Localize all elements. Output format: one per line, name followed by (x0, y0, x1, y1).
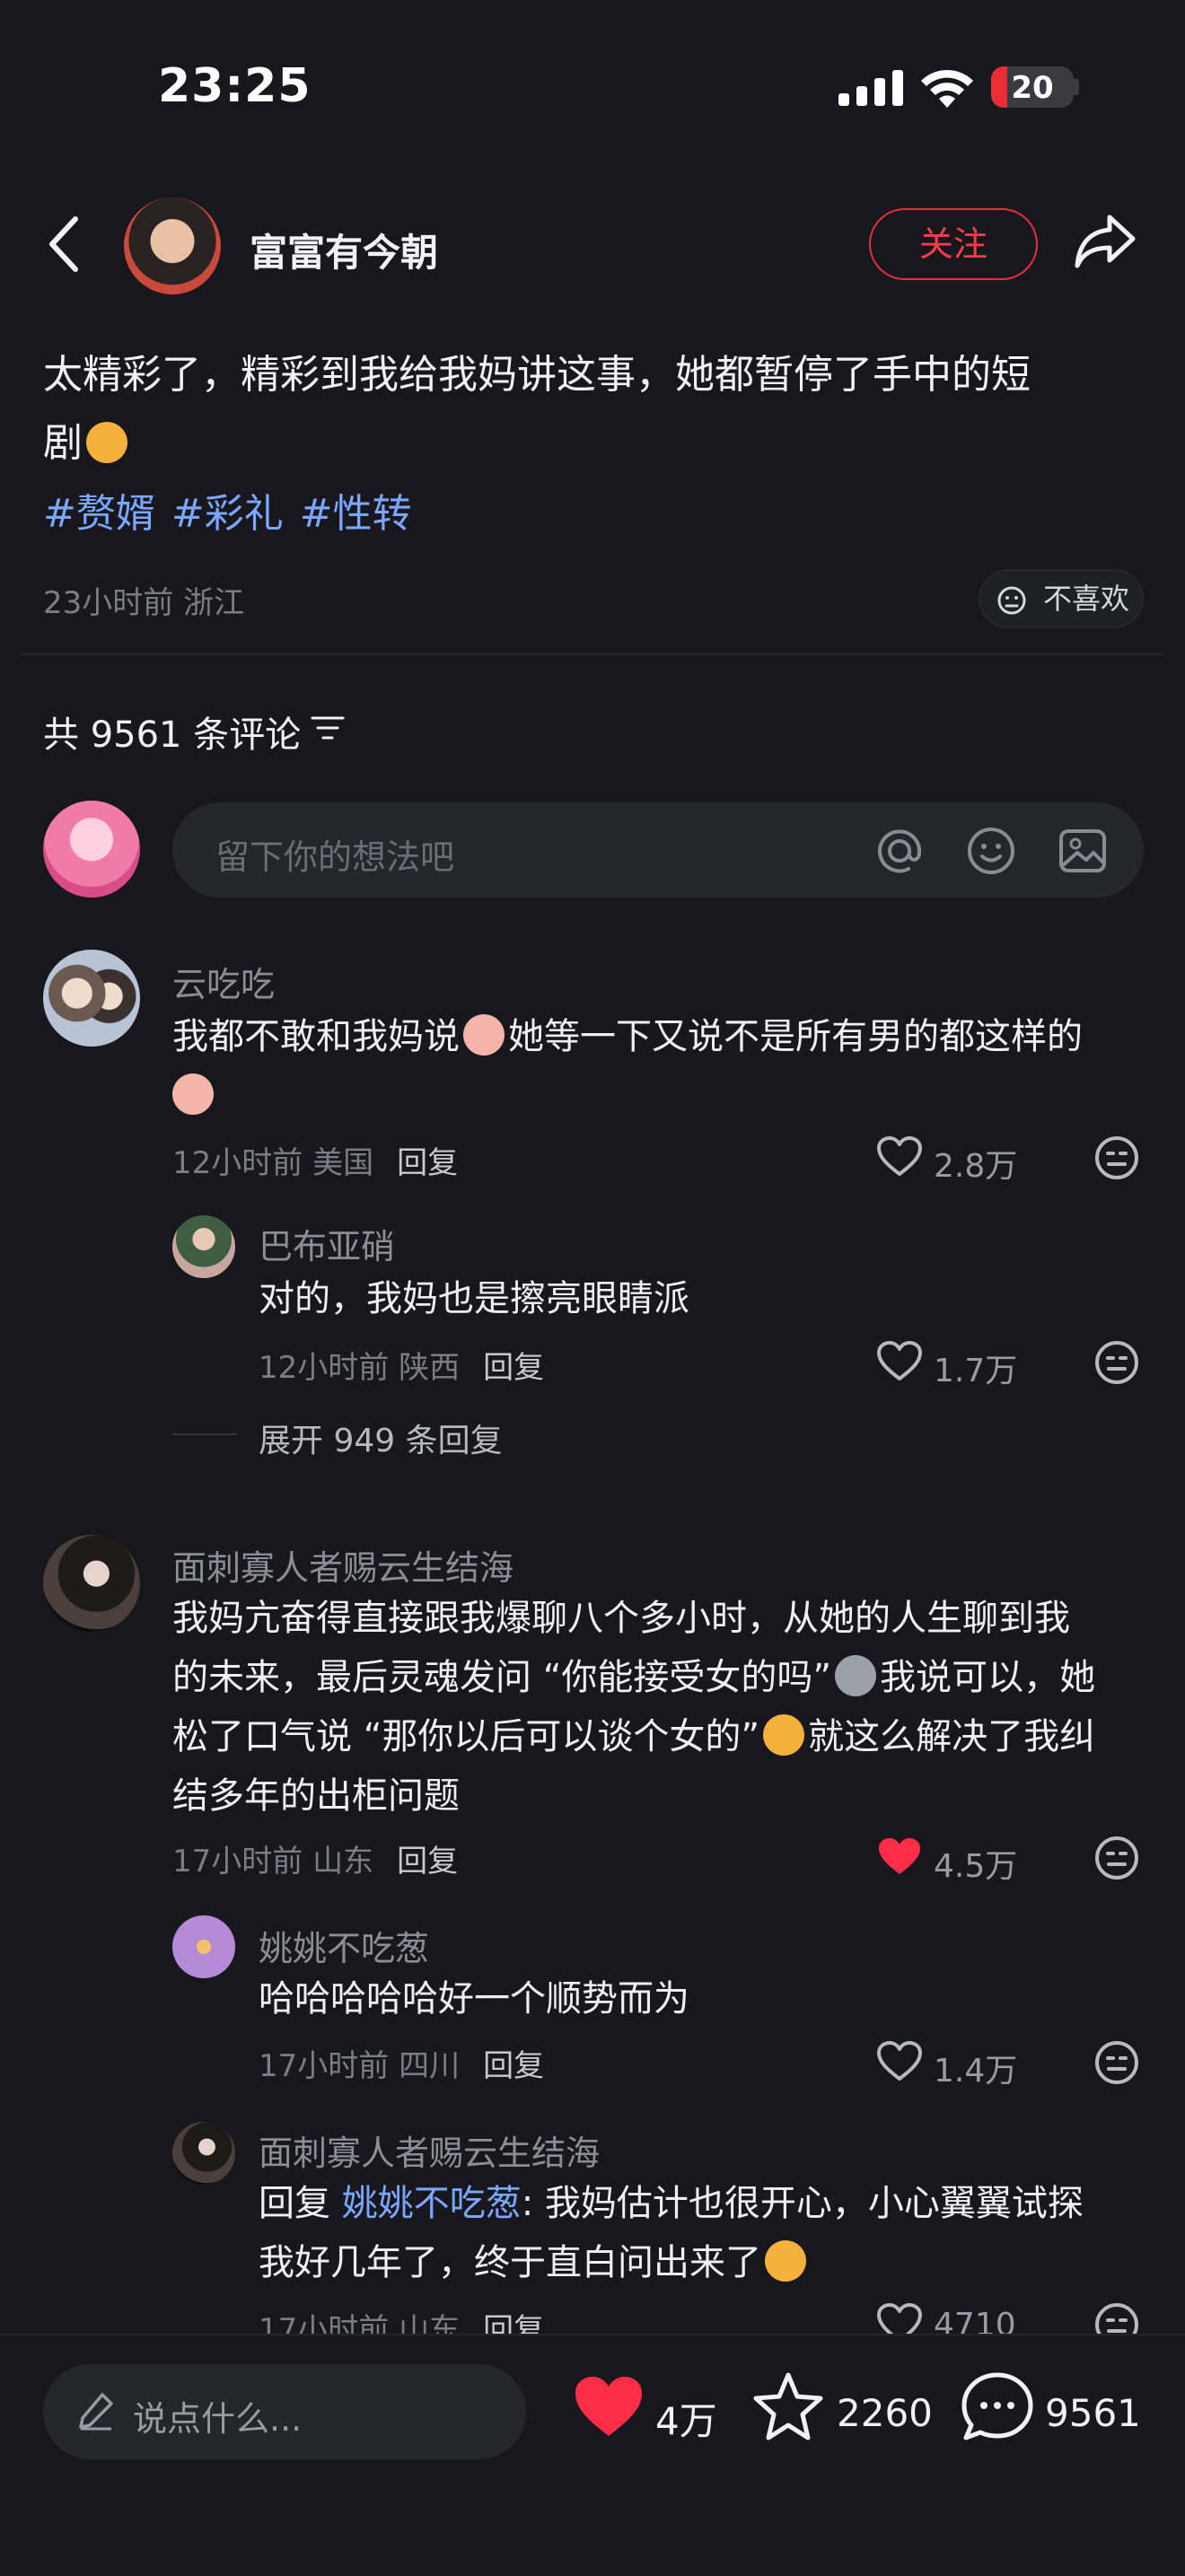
my-avatar (43, 801, 140, 898)
heart-filled-icon[interactable] (876, 1836, 923, 1878)
favorite-count: 2260 (837, 2391, 933, 2435)
say-something-placeholder: 说点什么... (133, 2399, 303, 2439)
like-heart-icon[interactable] (573, 2375, 645, 2440)
comment-meta: 12小时前 陕西 回复 (259, 1350, 545, 1386)
tag-link[interactable]: #性转 (300, 491, 412, 537)
heart-outline-icon[interactable] (876, 1136, 923, 1178)
comment-text: 哈哈哈哈哈好一个顺势而为 (259, 1978, 689, 2020)
meh-face-icon[interactable] (1093, 1835, 1140, 1881)
cat-emoji-icon (835, 1655, 877, 1696)
reply-button[interactable]: 回复 (397, 1844, 458, 1879)
heart-outline-icon[interactable] (876, 2041, 923, 2082)
post-meta: 23小时前 浙江 (43, 585, 245, 621)
comment-bubble-icon[interactable] (961, 2371, 1034, 2443)
reply-button[interactable]: 回复 (483, 2048, 544, 2084)
commenter-avatar[interactable] (172, 1215, 235, 1278)
expand-divider (172, 1433, 237, 1435)
commenter-avatar[interactable] (172, 2122, 235, 2185)
like-count: 2.8万 (934, 1148, 1018, 1185)
divider (22, 653, 1163, 655)
meh-face-icon[interactable] (1093, 1135, 1140, 1181)
chevron-down-icon[interactable] (526, 1425, 553, 1443)
commenter-name[interactable]: 巴布亚硝 (259, 1219, 395, 1268)
comment-count: 共 9561 条评论 (43, 714, 302, 756)
comment-text: 对的，我妈也是擦亮眼睛派 (259, 1278, 689, 1319)
comment-input-placeholder: 留下你的想法吧 (215, 837, 455, 877)
star-icon[interactable] (752, 2371, 824, 2441)
back-icon[interactable] (47, 215, 83, 273)
sort-filter-icon[interactable] (311, 714, 345, 741)
dizzy-face-emoji-icon (86, 422, 127, 463)
post-tags: #赘婿 #彩礼 #性转 (43, 481, 428, 539)
reply-button[interactable]: 回复 (483, 1350, 544, 1386)
post-text: 太精彩了，精彩到我给我妈讲这事，她都暂停了手中的短 剧 (43, 341, 1147, 478)
commenter-avatar[interactable] (43, 1535, 140, 1632)
commenter-name[interactable]: 面刺寡人者赐云生结海 (259, 2125, 600, 2175)
meh-face-icon (997, 586, 1026, 615)
post-like-count: 4万 (655, 2399, 717, 2443)
emoji-icon[interactable] (964, 824, 1018, 878)
battery-indicator: 20 (991, 66, 1074, 108)
baby-face-emoji-icon (463, 1014, 505, 1056)
like-count: 4.5万 (934, 1848, 1018, 1885)
wifi-icon (921, 69, 973, 108)
comment-meta: 17小时前 山东 回复 (172, 1844, 459, 1879)
comment-text: 回复 姚姚不吃葱: 我妈估计也很开心，小心翼翼试探 我好几年了，终于直白问出来了 (259, 2183, 1084, 2283)
like-count: 1.7万 (934, 1353, 1018, 1389)
like-count: 1.4万 (934, 2053, 1018, 2090)
commenter-name[interactable]: 面刺寡人者赐云生结海 (172, 1540, 514, 1590)
dizzy-face-emoji-icon (765, 2240, 806, 2282)
status-time: 23:25 (158, 59, 312, 113)
meh-face-icon[interactable] (1093, 2039, 1140, 2086)
commenter-name[interactable]: 云吃吃 (172, 957, 275, 1006)
comment-meta: 17小时前 四川 回复 (259, 2048, 545, 2084)
author-name[interactable]: 富富有今朝 (250, 223, 438, 277)
commenter-avatar[interactable] (172, 1915, 235, 1978)
expand-replies-button[interactable]: 展开 949 条回复 (259, 1415, 503, 1461)
author-avatar[interactable] (124, 197, 221, 294)
post-text-line-1: 太精彩了，精彩到我给我妈讲这事，她都暂停了手中的短 (43, 352, 1031, 398)
tag-link[interactable]: #彩礼 (171, 491, 284, 537)
comment-text: 我都不敢和我妈说 她等一下又说不是所有男的都这样的 (172, 1007, 1142, 1126)
reply-target-link[interactable]: 姚姚不吃葱 (342, 2183, 522, 2224)
dizzy-face-emoji-icon (763, 1714, 805, 1756)
commenter-avatar[interactable] (43, 950, 140, 1047)
post-text-line-2: 剧 (43, 409, 1147, 478)
tag-link[interactable]: #赘婿 (43, 491, 155, 537)
battery-tip (1074, 79, 1079, 95)
share-icon[interactable] (1074, 214, 1137, 269)
comment-meta: 12小时前 美国 回复 (172, 1145, 459, 1181)
comment-text: 我妈亢奋得直接跟我爆聊八个多小时，从她的人生聊到我 的未来，最后灵魂发问 “你能… (172, 1598, 1096, 1817)
image-icon[interactable] (1056, 824, 1110, 878)
signal-icon (838, 70, 903, 106)
baby-face-emoji-icon (172, 1073, 214, 1115)
comment-count-bottom: 9561 (1045, 2391, 1141, 2435)
heart-outline-icon[interactable] (876, 1341, 923, 1382)
commenter-name[interactable]: 姚姚不吃葱 (259, 1921, 429, 1970)
reply-button[interactable]: 回复 (397, 1145, 458, 1181)
pencil-icon (79, 2393, 113, 2431)
follow-button[interactable]: 关注 (869, 208, 1038, 280)
mention-icon[interactable] (873, 824, 926, 878)
meh-face-icon[interactable] (1093, 1339, 1140, 1386)
